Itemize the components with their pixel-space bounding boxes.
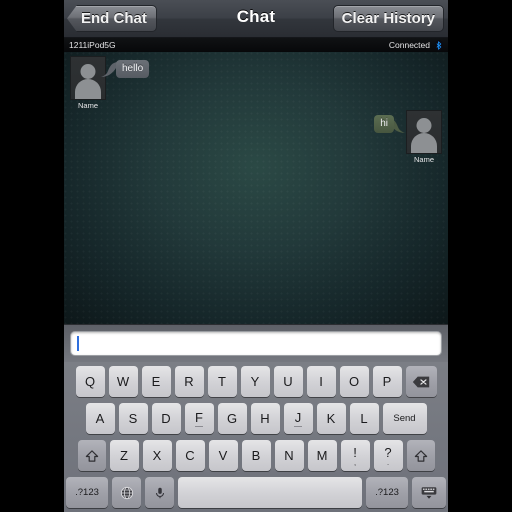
avatar-column: Name bbox=[406, 110, 442, 164]
keyboard-row-1: Q W E R T Y U I O P bbox=[66, 365, 446, 398]
avatar-body bbox=[411, 133, 437, 153]
key-g[interactable]: G bbox=[217, 403, 247, 434]
key-n[interactable]: N bbox=[274, 440, 304, 471]
key-c[interactable]: C bbox=[175, 440, 205, 471]
text-caret bbox=[77, 336, 79, 351]
dismiss-keyboard-icon[interactable] bbox=[412, 477, 446, 508]
bluetooth-icon bbox=[435, 39, 443, 51]
backspace-icon[interactable] bbox=[405, 366, 437, 397]
navigation-bar: End Chat Chat Clear History bbox=[64, 0, 448, 38]
shift-icon[interactable] bbox=[77, 440, 106, 471]
key-l[interactable]: L bbox=[349, 403, 379, 434]
key-e[interactable]: E bbox=[141, 366, 171, 397]
key-w[interactable]: W bbox=[108, 366, 138, 397]
key-a[interactable]: A bbox=[85, 403, 115, 434]
chat-message-incoming: Name hello bbox=[70, 56, 150, 110]
home-row-marker bbox=[294, 425, 302, 427]
numeric-keyboard-button-left[interactable]: .?123 bbox=[66, 477, 108, 508]
key-o[interactable]: O bbox=[339, 366, 369, 397]
numeric-keyboard-button-right[interactable]: .?123 bbox=[366, 477, 408, 508]
key-m[interactable]: M bbox=[307, 440, 337, 471]
key-b[interactable]: B bbox=[241, 440, 271, 471]
key-y[interactable]: Y bbox=[240, 366, 270, 397]
connection-status-label: Connected bbox=[388, 40, 430, 50]
key-f[interactable]: F bbox=[184, 403, 214, 434]
key-k[interactable]: K bbox=[316, 403, 346, 434]
globe-icon[interactable] bbox=[112, 477, 141, 508]
home-row-marker bbox=[195, 425, 203, 427]
key-q[interactable]: Q bbox=[75, 366, 105, 397]
key-u[interactable]: U bbox=[273, 366, 303, 397]
keyboard-row-2: A S D F G H J K L Send bbox=[66, 402, 446, 435]
key-t[interactable]: T bbox=[207, 366, 237, 397]
key-r[interactable]: R bbox=[174, 366, 204, 397]
avatar-body bbox=[75, 79, 101, 99]
sender-name-label: Name bbox=[413, 155, 434, 164]
sender-name-label: Name bbox=[77, 101, 98, 110]
key-s[interactable]: S bbox=[118, 403, 148, 434]
key-h[interactable]: H bbox=[250, 403, 280, 434]
key-p[interactable]: P bbox=[372, 366, 402, 397]
message-bubble: hi bbox=[374, 115, 394, 133]
status-bar: 1211iPod5G Connected bbox=[64, 38, 448, 52]
key-x[interactable]: X bbox=[142, 440, 172, 471]
device-screen: End Chat Chat Clear History 1211iPod5G C… bbox=[64, 0, 448, 512]
onscreen-keyboard: Q W E R T Y U I O P A S D F G H J K L Se… bbox=[64, 362, 448, 512]
keyboard-row-3: Z X C V B N M ! , ? . bbox=[66, 439, 446, 472]
keyboard-row-4: .?123 .?123 bbox=[66, 476, 446, 509]
person-silhouette-icon bbox=[406, 110, 442, 154]
key-z[interactable]: Z bbox=[109, 440, 139, 471]
device-name-label: 1211iPod5G bbox=[69, 40, 116, 50]
space-key[interactable] bbox=[178, 477, 362, 508]
key-question-period[interactable]: ? . bbox=[373, 440, 403, 471]
clear-history-button[interactable]: Clear History bbox=[332, 5, 444, 32]
chat-message-outgoing: hi Name bbox=[374, 110, 442, 164]
status-right-group: Connected bbox=[388, 39, 443, 51]
chat-message-area[interactable]: Name hello hi Name bbox=[64, 52, 448, 324]
key-i[interactable]: I bbox=[306, 366, 336, 397]
key-d[interactable]: D bbox=[151, 403, 181, 434]
microphone-icon[interactable] bbox=[145, 477, 174, 508]
message-input-bar bbox=[64, 324, 448, 362]
message-text-input[interactable] bbox=[70, 331, 442, 356]
key-exclamation-comma[interactable]: ! , bbox=[340, 440, 370, 471]
send-button[interactable]: Send bbox=[382, 403, 427, 434]
key-j[interactable]: J bbox=[283, 403, 313, 434]
key-v[interactable]: V bbox=[208, 440, 238, 471]
message-bubble: hello bbox=[116, 60, 150, 78]
avatar-head bbox=[80, 64, 96, 79]
shift-icon[interactable] bbox=[406, 440, 435, 471]
avatar-head bbox=[416, 118, 432, 133]
